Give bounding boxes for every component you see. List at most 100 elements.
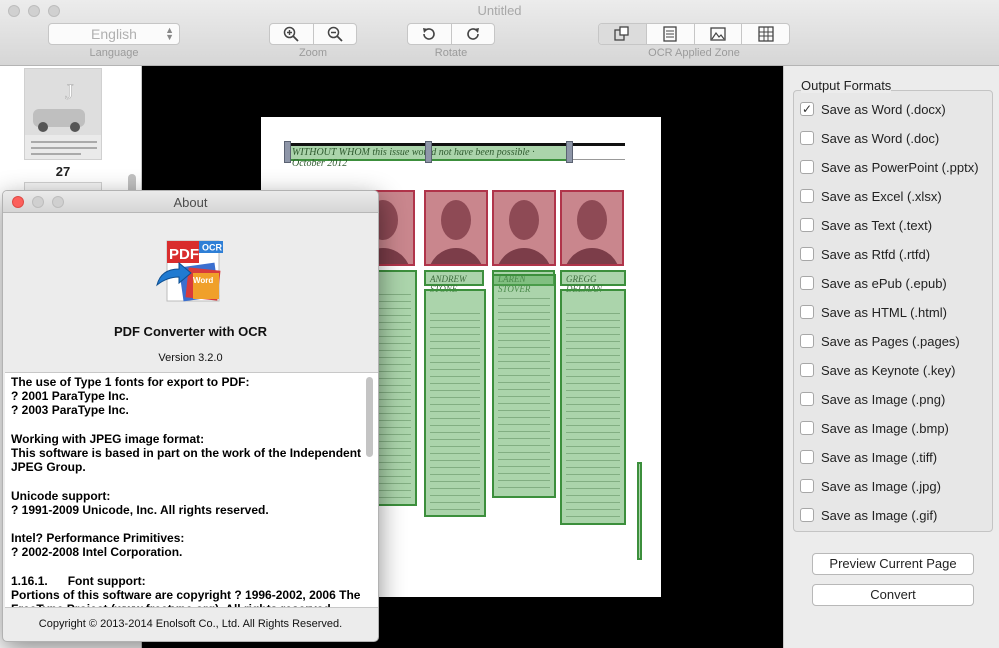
about-title: About (173, 195, 208, 210)
credits-scrollbar[interactable] (366, 377, 373, 457)
output-format-option[interactable]: Save as Excel (.xlsx) (800, 186, 942, 206)
output-format-option[interactable]: Save as Image (.png) (800, 389, 945, 409)
format-checkbox[interactable] (800, 392, 814, 406)
about-titlebar: About (3, 191, 378, 213)
pdf-converter-app-icon: PDF OCR Word (156, 240, 223, 302)
zone-text-icon (663, 26, 677, 42)
language-label: Language (89, 47, 139, 59)
output-format-option[interactable]: Save as Pages (.pages) (800, 331, 960, 351)
output-format-option[interactable]: Save as HTML (.html) (800, 302, 947, 322)
output-panel: Output Formats ✓ Save as Word (.docx) Save… (783, 66, 999, 648)
format-label: Save as Image (.png) (821, 391, 946, 407)
format-checkbox[interactable] (800, 160, 814, 174)
output-format-option[interactable]: Save as Text (.text) (800, 215, 932, 235)
format-checkbox[interactable] (800, 421, 814, 435)
format-label: Save as Image (.jpg) (821, 478, 941, 494)
output-format-option[interactable]: Save as Image (.jpg) (800, 476, 941, 496)
format-label: Save as Image (.bmp) (821, 420, 949, 436)
zoom-label: Zoom (298, 47, 328, 59)
zoom-control (269, 23, 357, 45)
zoom-out-icon (327, 26, 343, 42)
zone-image-icon (710, 27, 726, 41)
format-checkbox[interactable] (800, 276, 814, 290)
copyright-text: Copyright © 2013-2014 Enolsoft Co., Ltd.… (38, 618, 343, 630)
format-label: Save as Word (.docx) (821, 101, 946, 117)
zone-image-button[interactable] (695, 24, 743, 44)
zone-mixed-button[interactable] (599, 24, 647, 44)
format-checkbox[interactable] (800, 479, 814, 493)
format-checkbox[interactable]: ✓ (800, 102, 814, 116)
output-format-option[interactable]: Save as PowerPoint (.pptx) (800, 157, 979, 177)
page-thumbnail[interactable]: J (24, 68, 102, 160)
zone-table-button[interactable] (742, 24, 789, 44)
ocr-zone-caption[interactable]: ANDREW STONE (424, 270, 484, 294)
format-label: Save as ePub (.epub) (821, 275, 947, 291)
ocr-zone-photo[interactable] (424, 190, 488, 266)
format-checkbox[interactable] (800, 218, 814, 232)
zone-resize-handle[interactable] (284, 141, 291, 163)
output-format-option[interactable]: Save as Word (.doc) (800, 128, 939, 148)
ocr-zone-thin[interactable] (637, 462, 642, 560)
rotate-left-icon (423, 28, 436, 40)
output-format-option[interactable]: Save as Image (.tiff) (800, 447, 937, 467)
format-checkbox[interactable] (800, 334, 814, 348)
format-checkbox[interactable] (800, 305, 814, 319)
format-checkbox[interactable] (800, 189, 814, 203)
zoom-in-icon (284, 26, 299, 42)
format-checkbox[interactable] (800, 131, 814, 145)
rotate-control (407, 23, 495, 45)
app-version: Version 3.2.0 (158, 352, 223, 364)
format-label: Save as Image (.gif) (821, 507, 938, 523)
format-label: Save as Text (.text) (821, 217, 933, 233)
zone-mixed-icon (614, 26, 630, 41)
ocr-zone-photo[interactable] (492, 190, 556, 266)
zoom-out-button[interactable] (314, 24, 357, 44)
output-format-option[interactable]: ✓ Save as Word (.docx) (800, 99, 946, 119)
zone-resize-handle[interactable] (566, 141, 573, 163)
rotate-left-button[interactable] (408, 24, 452, 44)
select-arrows-icon: ▲ ▼ (165, 25, 174, 42)
window-title: Untitled (477, 3, 522, 18)
svg-text:J: J (65, 79, 74, 104)
preview-current-page-button[interactable]: Preview Current Page (812, 553, 974, 575)
main-toolbar: Untitled English ▲ ▼ Language Zoom Rotate (0, 0, 999, 66)
format-label: Save as HTML (.html) (821, 304, 947, 320)
format-label: Save as Rtfd (.rtfd) (821, 246, 931, 262)
ocr-zone-column[interactable] (492, 274, 556, 498)
output-formats-title: Output Formats (801, 78, 892, 93)
format-label: Save as Keynote (.key) (821, 362, 956, 378)
language-select[interactable]: English ▲ ▼ (48, 23, 180, 45)
ocr-zone-column[interactable] (424, 289, 486, 517)
ocr-zone-photo[interactable] (560, 190, 624, 266)
about-dialog: About PDF OCR Word PDF Converter with OC… (2, 190, 379, 642)
credits-text: The use of Type 1 fonts for export to PD… (11, 375, 362, 607)
zone-text-button[interactable] (647, 24, 695, 44)
format-checkbox[interactable] (800, 363, 814, 377)
ocr-zone-control (598, 23, 790, 45)
rotate-right-icon (466, 28, 479, 40)
icon-word-text: Word (193, 276, 213, 285)
format-label: Save as Excel (.xlsx) (821, 188, 942, 204)
format-checkbox[interactable] (800, 247, 814, 261)
output-format-option[interactable]: Save as Image (.gif) (800, 505, 937, 525)
zone-table-icon (757, 26, 774, 42)
output-format-option[interactable]: Save as Image (.bmp) (800, 418, 949, 438)
format-checkbox[interactable] (800, 450, 814, 464)
credits-textview[interactable]: The use of Type 1 fonts for export to PD… (5, 372, 378, 608)
format-checkbox[interactable] (800, 508, 814, 522)
zoom-in-button[interactable] (270, 24, 314, 44)
rotate-label: Rotate (434, 47, 468, 59)
rotate-right-button[interactable] (452, 24, 495, 44)
header-rule (571, 159, 625, 160)
ocr-zone-column[interactable] (560, 289, 626, 525)
ocr-zone-label: OCR Applied Zone (648, 47, 740, 59)
format-label: Save as Word (.doc) (821, 130, 940, 146)
icon-pdf-text: PDF (169, 246, 199, 263)
output-format-option[interactable]: Save as Rtfd (.rtfd) (800, 244, 930, 264)
zone-resize-handle[interactable] (425, 141, 432, 163)
thumbnail-image: J (25, 69, 101, 159)
ocr-zone-caption[interactable]: GREGG DELMAN (560, 270, 626, 294)
output-format-option[interactable]: Save as ePub (.epub) (800, 273, 947, 293)
convert-button[interactable]: Convert (812, 584, 974, 606)
output-format-option[interactable]: Save as Keynote (.key) (800, 360, 955, 380)
